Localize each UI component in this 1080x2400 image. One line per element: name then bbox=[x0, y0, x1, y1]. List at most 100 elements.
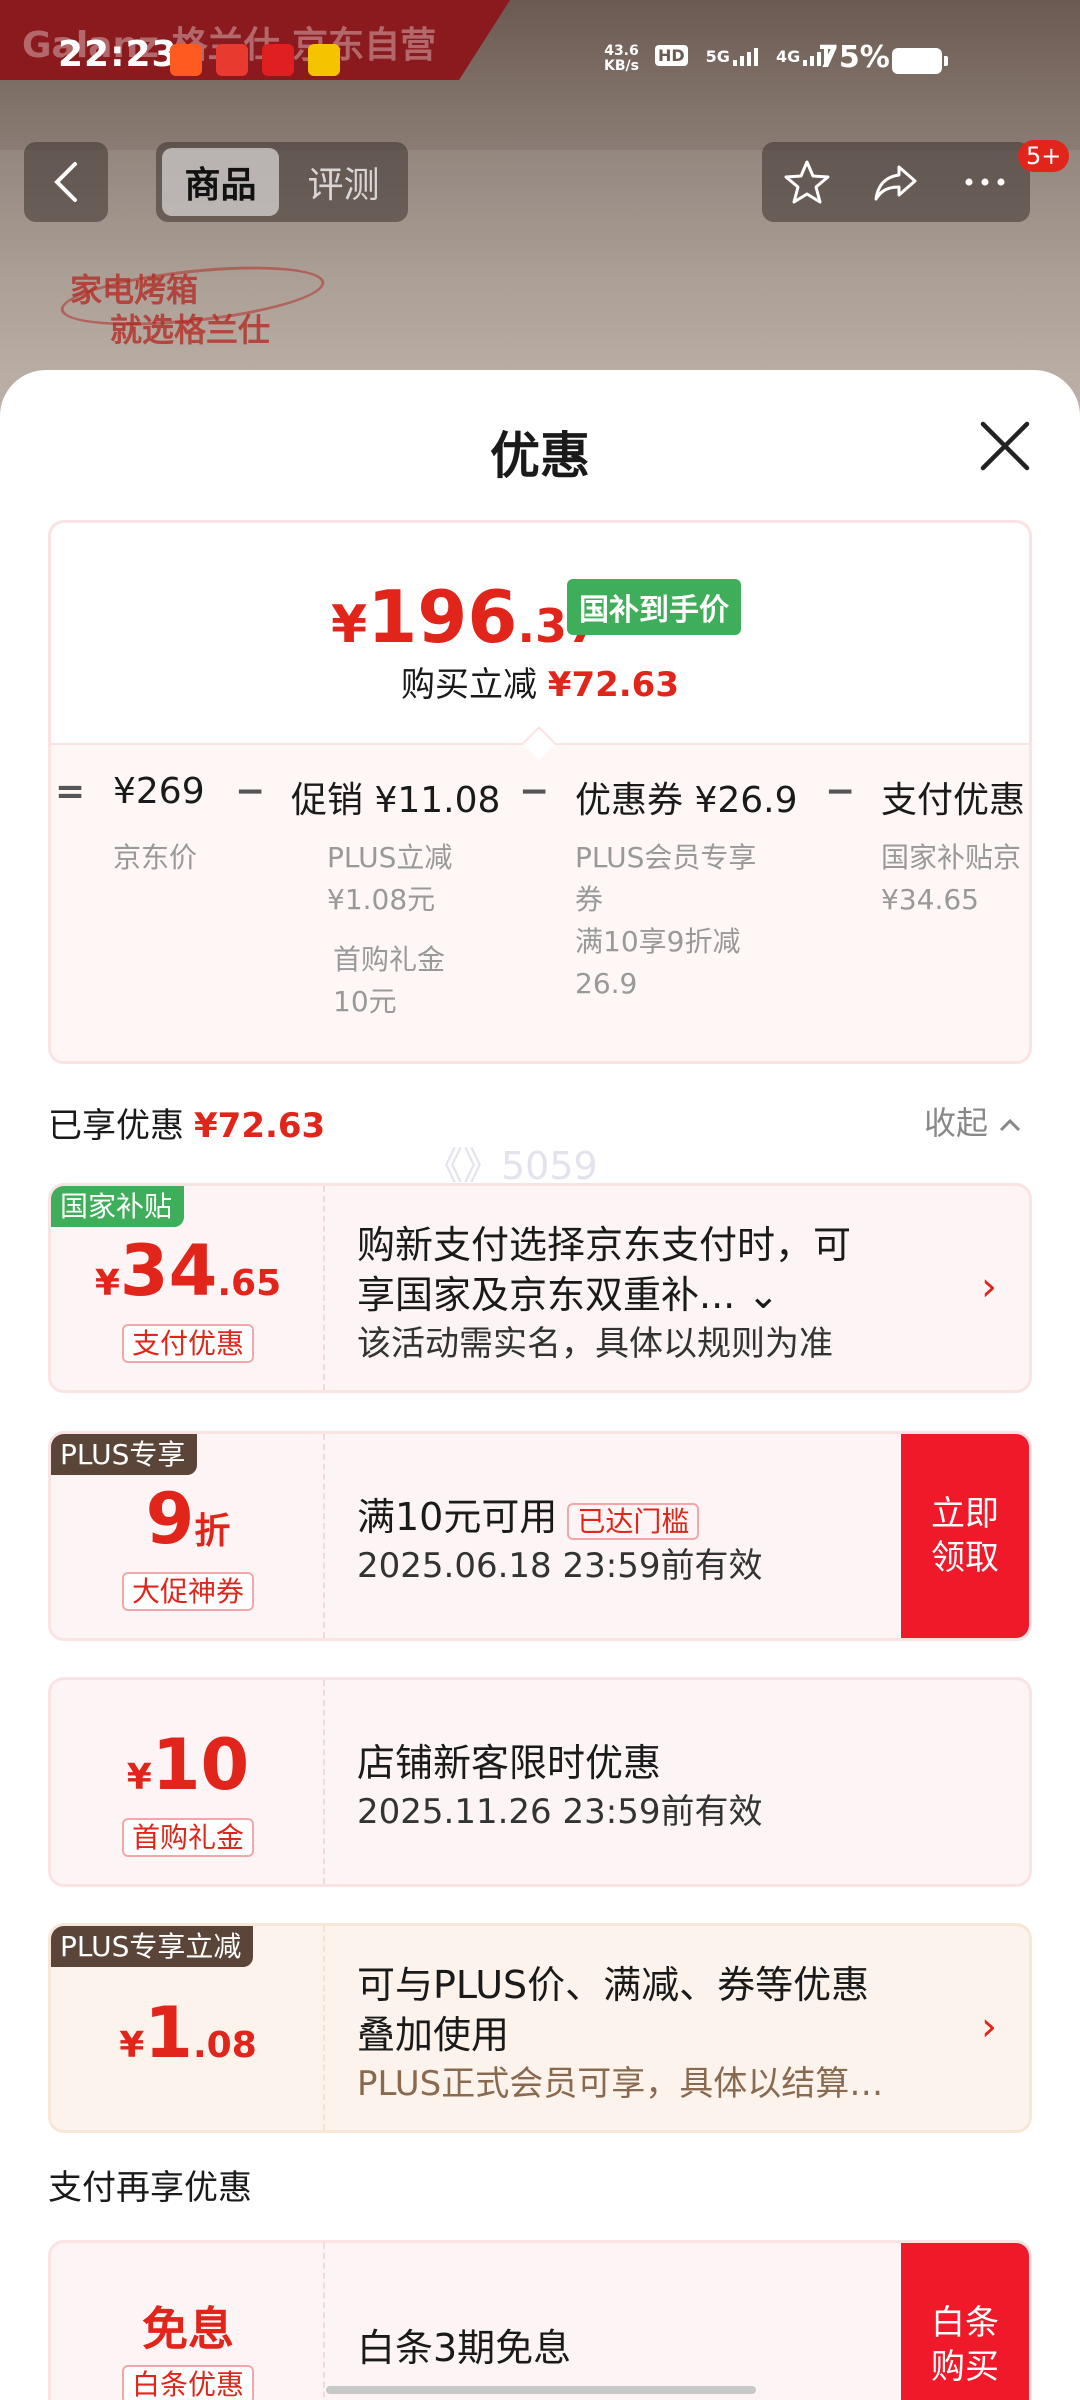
home-indicator[interactable] bbox=[326, 2386, 756, 2394]
coupon-amount: 优惠券 ¥26.9 bbox=[575, 780, 798, 821]
network-speed: 43.6 KB/s bbox=[604, 44, 639, 74]
chevron-right-icon[interactable]: › bbox=[981, 1264, 997, 1310]
coupon-value-area: PLUS专享立减 ¥ 1 .08 bbox=[51, 1926, 325, 2130]
promo-sub-plus-amount: ¥1.08元 bbox=[327, 883, 436, 916]
coupon-dec: .08 bbox=[193, 2025, 257, 2066]
chevron-right-icon[interactable]: › bbox=[981, 2004, 997, 2050]
threshold-reached-badge: 已达门槛 bbox=[567, 1502, 700, 1540]
coupon-plus-discount: PLUS专享 9 折 大促神券 满10元可用 已达门槛 2025.06.18 23… bbox=[48, 1431, 1032, 1641]
coupon-type-label: 支付优惠 bbox=[121, 1324, 254, 1363]
baitiao-buy-button[interactable]: 白条 购买 bbox=[901, 2243, 1029, 2400]
coupon-value-area: 免息 白条优惠 bbox=[51, 2243, 325, 2400]
coupon-desc-note: 该活动需实名，具体以规则为准 bbox=[357, 1324, 833, 1364]
coupon-value-area: 国家补贴 ¥ 34 .65 支付优惠 bbox=[51, 1186, 325, 1390]
enjoyed-label: 已享优惠 bbox=[48, 1106, 184, 1146]
reduce-amount: ¥72.63 bbox=[547, 665, 679, 705]
minus-sign-1: − bbox=[235, 771, 266, 812]
coupon-desc-line2: 叠加使用 bbox=[357, 2013, 510, 2057]
claim-label-2: 领取 bbox=[931, 1538, 999, 1578]
collapse-button[interactable]: 收起 bbox=[924, 1098, 1022, 1144]
sim2-label: 4G bbox=[775, 47, 801, 66]
coupon-type-tag: 首购礼金 bbox=[51, 1816, 325, 1857]
interest-free-label: 免息 bbox=[142, 2302, 234, 2356]
coupon-desc-line2[interactable]: 享国家及京东双重补... ⌄ bbox=[357, 1264, 779, 1319]
taobao-app-icon bbox=[170, 44, 202, 76]
coupon-value: 9 折 bbox=[51, 1478, 325, 1560]
promo-sub-gift-amount: 10元 bbox=[333, 985, 397, 1018]
net-speed-value: 43.6 bbox=[604, 43, 639, 59]
coupon-int: 34 bbox=[119, 1230, 218, 1312]
hd-icon: HD bbox=[655, 45, 688, 66]
more-icon[interactable] bbox=[960, 157, 1010, 207]
coupon-value: ¥ 34 .65 bbox=[51, 1230, 325, 1312]
coupon-corner-label: PLUS专享立减 bbox=[51, 1926, 254, 1967]
battery-icon bbox=[892, 48, 948, 74]
coupon-value: ¥ 10 bbox=[51, 1724, 325, 1806]
reduce-label: 购买立减 bbox=[400, 665, 537, 705]
tab-product[interactable]: 商品 bbox=[162, 148, 279, 216]
seven-app-icon bbox=[308, 44, 340, 76]
back-button[interactable] bbox=[24, 142, 108, 222]
promo-sub-plus: PLUS立减 bbox=[327, 841, 453, 874]
price-breakdown-card: ¥ 196 .37 国补到手价 购买立减 ¥72.63 = ¥269 − 促销 … bbox=[48, 520, 1032, 1064]
coupon-currency: ¥ bbox=[94, 1263, 120, 1304]
tab-review[interactable]: 评测 bbox=[285, 148, 402, 216]
coupon-currency: ¥ bbox=[119, 2025, 145, 2066]
coupon-currency: ¥ bbox=[126, 1757, 152, 1798]
pay-sub-label: 国家补贴京 bbox=[881, 841, 1022, 874]
close-icon[interactable] bbox=[975, 416, 1035, 476]
coupon-int: 10 bbox=[151, 1724, 250, 1806]
sim1-label: 5G bbox=[705, 47, 730, 66]
coupon-type-label: 首购礼金 bbox=[121, 1818, 254, 1857]
base-price: ¥269 bbox=[113, 771, 205, 812]
coupon-unit: 折 bbox=[194, 1511, 231, 1552]
pay-section-title: 支付再享优惠 bbox=[48, 2168, 252, 2208]
coupon-type-tag: 大促神券 bbox=[51, 1570, 325, 1611]
coupon-national-subsidy[interactable]: 国家补贴 ¥ 34 .65 支付优惠 购新支付选择京东支付时，可 享国家及京东双… bbox=[48, 1183, 1032, 1393]
coupon-sub-amount: 26.9 bbox=[575, 967, 638, 1000]
promo-amount: 促销 ¥11.08 bbox=[291, 780, 501, 821]
pay-discount: 支付优惠 bbox=[881, 780, 1026, 821]
minus-sign-2: − bbox=[519, 771, 550, 812]
coupon-desc-line1: 可与PLUS价、满减、券等优惠 bbox=[357, 1963, 870, 2007]
slogan: 家电烤箱 就选格兰仕 bbox=[70, 270, 270, 350]
enjoyed-discount: 已享优惠 ¥72.63 bbox=[48, 1098, 325, 1147]
action-bar bbox=[762, 142, 1030, 222]
coupon-sub-plus-2: 券 bbox=[575, 883, 604, 916]
slogan-line2: 就选格兰仕 bbox=[110, 311, 271, 349]
message-badge: 5+ bbox=[1018, 140, 1070, 172]
coupon-type-tag: 白条优惠 bbox=[51, 2363, 325, 2400]
status-bar: 22:23 43.6 KB/s HD 5G 4G 75% bbox=[0, 0, 1080, 120]
claim-button[interactable]: 立即 领取 bbox=[901, 1434, 1029, 1638]
price-integer: 196 bbox=[367, 575, 518, 659]
net-speed-unit: KB/s bbox=[604, 58, 639, 74]
discount-sheet: 优惠 ¥ 196 .37 国补到手价 购买立减 ¥72.63 = ¥269 − … bbox=[0, 370, 1080, 2400]
coupon-type-label: 白条优惠 bbox=[121, 2365, 254, 2400]
coupon-int: 1 bbox=[144, 1992, 193, 2074]
star-icon[interactable] bbox=[782, 157, 832, 207]
sheet-title: 优惠 bbox=[490, 427, 590, 485]
coupon-type-label: 大促神券 bbox=[121, 1572, 254, 1611]
coupon-int: 9 bbox=[145, 1478, 195, 1560]
coupon-corner-label: PLUS专享 bbox=[51, 1434, 198, 1475]
share-icon[interactable] bbox=[871, 157, 921, 207]
coupon-dec: .65 bbox=[217, 1263, 282, 1304]
coupon-corner-label: 国家补贴 bbox=[51, 1186, 185, 1227]
final-price: ¥ 196 .37 bbox=[331, 575, 599, 659]
price-formula: = ¥269 − 促销 ¥11.08 − 优惠券 ¥26.9 − 支付优惠 京东… bbox=[51, 743, 1029, 1061]
formula-row: = ¥269 − 促销 ¥11.08 − 优惠券 ¥26.9 − 支付优惠 bbox=[51, 771, 1029, 831]
currency-symbol: ¥ bbox=[331, 595, 368, 655]
coupon-threshold: 满10元可用 bbox=[357, 1495, 558, 1539]
chevron-left-icon bbox=[54, 162, 77, 202]
base-price-label: 京东价 bbox=[113, 841, 198, 874]
coupon-value-area: ¥ 10 首购礼金 bbox=[51, 1680, 325, 1884]
coupon-desc-line1: 白条3期免息 bbox=[357, 2326, 572, 2370]
signal-5g-icon: 5G bbox=[706, 44, 758, 66]
battery-percent: 75% bbox=[818, 40, 890, 75]
promo-sub-gift: 首购礼金 bbox=[333, 943, 446, 976]
coupon-sub-rule: 满10享9折减 bbox=[575, 925, 741, 958]
coupon-baitiao: 免息 白条优惠 白条3期免息 白条 购买 bbox=[48, 2240, 1032, 2400]
shopping-app-icon bbox=[216, 44, 248, 76]
coupon-value: 免息 bbox=[51, 2293, 325, 2359]
coupon-plus-instant-reduce[interactable]: PLUS专享立减 ¥ 1 .08 可与PLUS价、满减、券等优惠 叠加使用 PL… bbox=[48, 1923, 1032, 2133]
